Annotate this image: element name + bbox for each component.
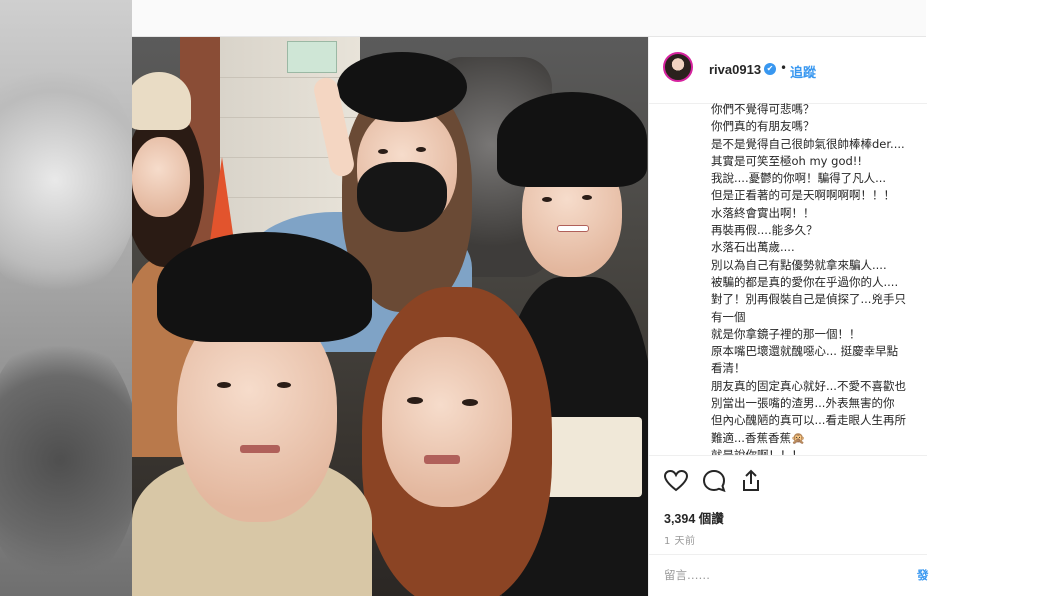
- follow-button[interactable]: 追蹤: [790, 62, 816, 81]
- username-link[interactable]: riva0913: [709, 62, 761, 77]
- caption-line: 水落石出萬歲....: [711, 240, 795, 255]
- post-timestamp[interactable]: 1 天前: [664, 532, 696, 547]
- post-actions: 3,394 個讚 1 天前 發: [649, 455, 929, 598]
- post-sidebar: riva0913 ✔ • 追蹤 你們不覺得可悲嗎？ 你們真的有朋友嗎？ 是不是覺…: [648, 37, 929, 598]
- heart-icon[interactable]: [663, 468, 689, 494]
- verified-badge-icon: ✔: [764, 63, 776, 75]
- caption-line: 你們真的有朋友嗎？: [711, 119, 815, 134]
- comment-box: 發: [649, 554, 929, 598]
- caption-line: 朋友真的固定真心就好...不愛不喜歡也: [711, 378, 906, 393]
- caption-line: 就是說你啊！！！: [711, 447, 803, 455]
- caption-line: 你們不覺得可悲嗎？: [711, 102, 815, 116]
- share-icon[interactable]: [738, 468, 764, 494]
- caption-line: 再裝再假....能多久？: [711, 223, 818, 238]
- caption-line: 水落終會實出啊！！: [711, 205, 815, 220]
- caption-line: 其實是可笑至極oh my god!!: [711, 153, 862, 168]
- blurred-backdrop-left: [0, 0, 132, 596]
- caption-line: 就是你拿鏡子裡的那一個！！: [711, 326, 861, 341]
- post-caption: 你們不覺得可悲嗎？ 你們真的有朋友嗎？ 是不是覺得自己很帥氣很帥棒棒der...…: [711, 101, 927, 455]
- caption-line: 有一個: [711, 309, 746, 324]
- caption-line: 別以為自己有點優勢就拿來騙人....: [711, 257, 887, 272]
- caption-line: 原本嘴巴壞還就醜噁心... 挺慶幸早點: [711, 344, 899, 359]
- backdrop-right: [926, 0, 1060, 596]
- caption-line: 是不是覺得自己很帥氣很帥棒棒der....: [711, 136, 905, 151]
- comment-input[interactable]: [664, 565, 884, 585]
- post-comment-button[interactable]: 發: [917, 567, 929, 583]
- caption-line: 難適...香蕉香蕉🙊: [711, 430, 806, 445]
- separator: •: [780, 61, 788, 75]
- caption-line: 被騙的都是真的愛你在乎過你的人....: [711, 274, 899, 289]
- caption-line: 但是正看著的可是天啊啊啊啊！！！: [711, 188, 895, 203]
- caption-line: 看清！: [711, 361, 746, 376]
- caption-line: 但內心醜陋的真可以...看走眼人生再所: [711, 413, 906, 428]
- top-bar: [132, 0, 926, 37]
- post-photo[interactable]: [132, 37, 648, 596]
- like-count[interactable]: 3,394 個讚: [664, 508, 724, 527]
- caption-line: 對了！別再假裝自己是偵探了...兇手只: [711, 292, 906, 307]
- caption-line: 別當出一張嘴的渣男...外表無害的你: [711, 396, 895, 411]
- avatar[interactable]: [663, 52, 693, 82]
- caption-line: 我說....憂鬱的你啊！騙得了凡人...: [711, 171, 887, 186]
- post-header: riva0913 ✔ • 追蹤: [649, 37, 927, 104]
- comment-icon[interactable]: [701, 468, 727, 494]
